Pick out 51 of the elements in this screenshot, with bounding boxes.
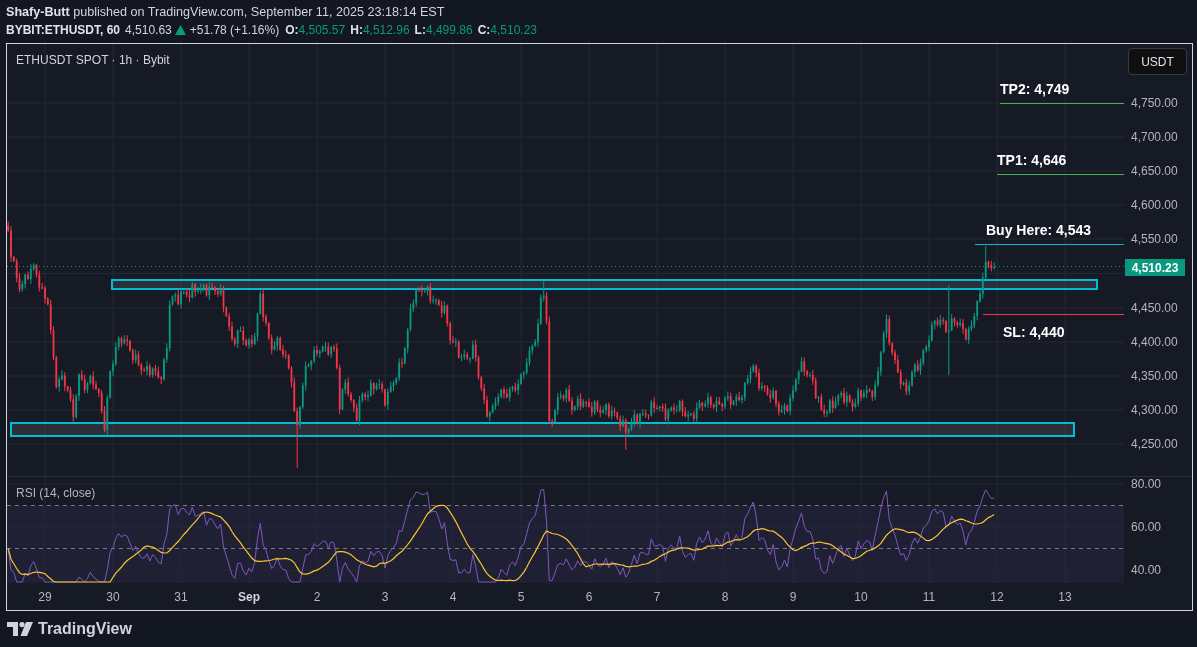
price-axis-label: 4,600.00 bbox=[1131, 198, 1178, 212]
time-axis-label: 8 bbox=[721, 590, 729, 604]
price-axis-label: 4,650.00 bbox=[1131, 164, 1178, 178]
price-axis-label: 4,300.00 bbox=[1131, 403, 1178, 417]
chart-title: ETHUSDT SPOT · 1h · Bybit bbox=[16, 53, 170, 67]
logo-icon bbox=[7, 622, 33, 636]
price-axis-label: 4,350.00 bbox=[1131, 369, 1178, 383]
ohlc-value: 4,510.23 bbox=[490, 22, 538, 39]
price-axis-label: 4,400.00 bbox=[1131, 335, 1178, 349]
time-axis-label: 4 bbox=[449, 590, 457, 604]
attribution-text: Shafy-Butt published on TradingView.com, September 11, 2025 23:18:14 EST bbox=[6, 4, 446, 21]
ohlc-value: 4,499.86 bbox=[425, 22, 473, 39]
ohlc-value: 4,512.96 bbox=[362, 22, 410, 39]
time-axis-label: Sep bbox=[238, 590, 260, 604]
currency-button[interactable]: USDT bbox=[1128, 48, 1187, 75]
time-axis-label: 3 bbox=[381, 590, 389, 604]
ohlc-label: O: bbox=[285, 22, 299, 39]
time-axis-label: 11 bbox=[922, 590, 936, 604]
last-price-label: 4,510.23 bbox=[1125, 259, 1185, 276]
price-change-text: +51.78 (+1.16%) bbox=[189, 22, 280, 39]
ohlc-value: 4,505.57 bbox=[298, 22, 346, 39]
rsi-axis-label: 60.00 bbox=[1131, 520, 1162, 534]
time-axis-label: 30 bbox=[106, 590, 120, 604]
price-axis-label: 4,550.00 bbox=[1131, 232, 1178, 246]
ohlc-label: C: bbox=[477, 22, 491, 39]
time-axis-label: 13 bbox=[1058, 590, 1072, 604]
price-axis-label: 4,750.00 bbox=[1131, 96, 1178, 110]
take-profit-label: TP1: 4,646 bbox=[997, 152, 1067, 168]
last-price-text: 4,510.63 bbox=[125, 22, 172, 39]
time-axis-label: 6 bbox=[585, 590, 593, 604]
stop-loss-label: SL: 4,440 bbox=[1003, 324, 1065, 340]
take-profit-label: TP2: 4,749 bbox=[1000, 81, 1070, 97]
price-axis-label: 4,450.00 bbox=[1131, 301, 1178, 315]
symbol-label: BYBIT:ETHUSDT, 60 bbox=[6, 22, 121, 39]
time-axis-label: 2 bbox=[313, 590, 321, 604]
time-axis-label: 9 bbox=[789, 590, 797, 604]
rsi-title: RSI (14, close) bbox=[16, 486, 96, 500]
time-axis-label: 12 bbox=[990, 590, 1004, 604]
brand-name: TradingView bbox=[38, 620, 132, 638]
time-axis-label: 31 bbox=[174, 590, 188, 604]
entry-label: Buy Here: 4,543 bbox=[986, 222, 1092, 238]
rsi-axis-label: 40.00 bbox=[1131, 563, 1162, 577]
time-axis-label: 29 bbox=[38, 590, 52, 604]
ohlc-label: H: bbox=[350, 22, 363, 39]
rsi-axis-label: 80.00 bbox=[1131, 477, 1162, 491]
ohlc-label: L: bbox=[414, 22, 426, 39]
price-axis-label: 4,700.00 bbox=[1131, 130, 1178, 144]
price-axis-label: 4,250.00 bbox=[1131, 437, 1178, 451]
time-axis-label: 10 bbox=[854, 590, 868, 604]
time-axis-label: 7 bbox=[653, 590, 661, 604]
time-axis-label: 5 bbox=[517, 590, 525, 604]
